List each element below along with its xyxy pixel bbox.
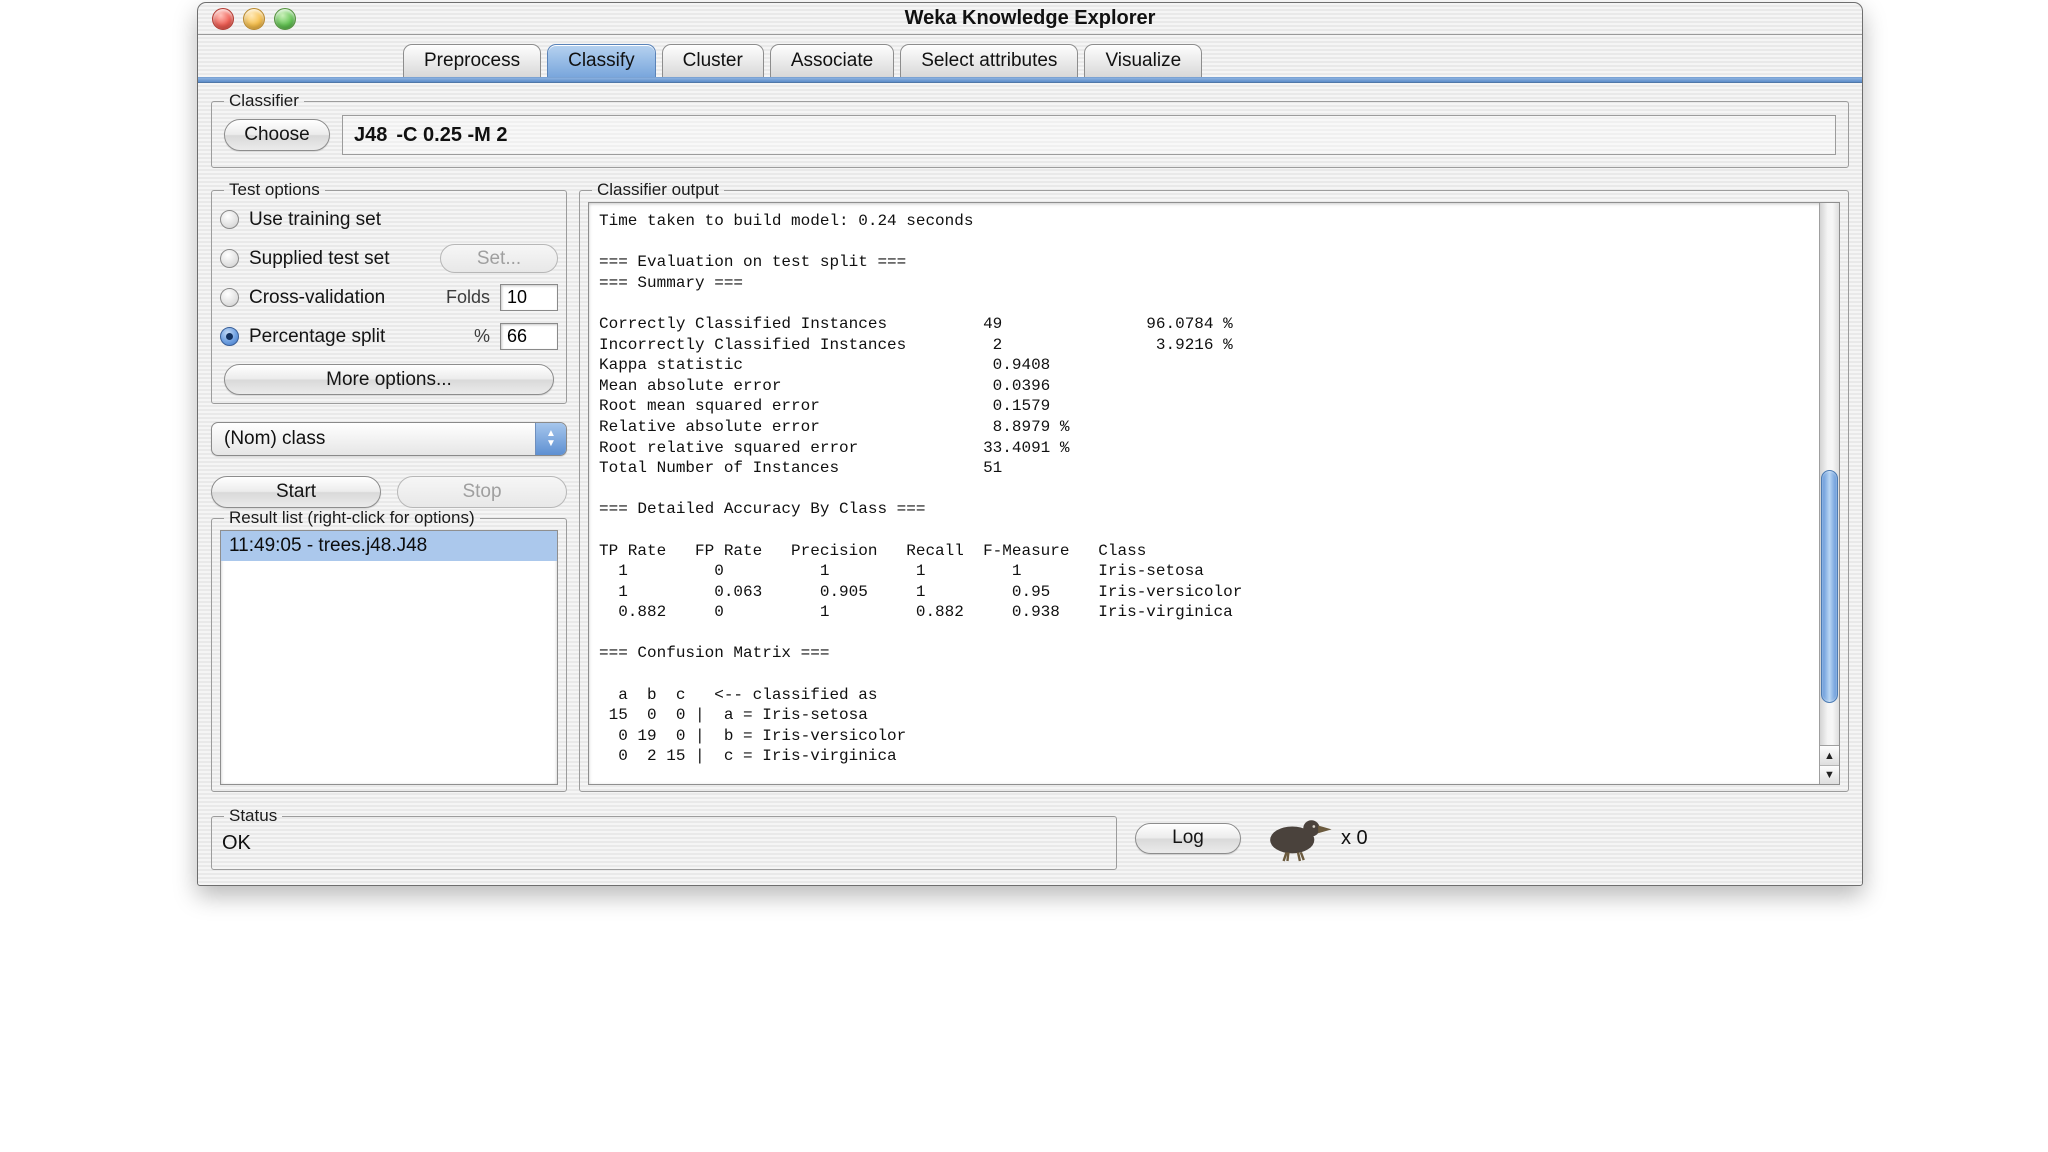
- cross-validation-label: Cross-validation: [249, 287, 385, 309]
- scroll-up-button[interactable]: ▲: [1820, 746, 1839, 765]
- set-button[interactable]: Set...: [440, 244, 558, 273]
- class-attribute-value: (Nom) class: [212, 428, 325, 450]
- scrollbar-thumb[interactable]: [1821, 470, 1838, 702]
- minimize-button[interactable]: [243, 8, 265, 30]
- use-training-set-label: Use training set: [249, 209, 381, 231]
- dropdown-down-arrow-icon: ▼: [546, 439, 556, 449]
- log-button[interactable]: Log: [1135, 823, 1241, 854]
- supplied-test-set-label: Supplied test set: [249, 248, 389, 270]
- zoom-button[interactable]: [274, 8, 296, 30]
- classifier-scheme-field[interactable]: J48 -C 0.25 -M 2: [342, 115, 1836, 155]
- percentage-split-row: Percentage split %: [220, 317, 558, 356]
- folds-input[interactable]: [500, 284, 558, 311]
- tab-associate[interactable]: Associate: [770, 44, 894, 77]
- tab-preprocess[interactable]: Preprocess: [403, 44, 541, 77]
- tab-select-attributes[interactable]: Select attributes: [900, 44, 1078, 77]
- start-button[interactable]: Start: [211, 476, 381, 508]
- result-list-group-label: Result list (right-click for options): [224, 508, 480, 528]
- status-group-label: Status: [224, 806, 282, 826]
- supplied-test-set-row: Supplied test set Set...: [220, 239, 558, 278]
- scroll-down-button[interactable]: ▼: [1820, 765, 1839, 784]
- scrollbar-buttons: ▲ ▼: [1820, 745, 1839, 784]
- choose-button[interactable]: Choose: [224, 119, 330, 151]
- weka-bird-icon: [1261, 814, 1335, 862]
- run-button-row: Start Stop: [211, 476, 567, 508]
- dropdown-arrows-icon: ▲ ▼: [535, 423, 566, 455]
- desktop: Weka Knowledge Explorer Preprocess Class…: [0, 0, 2048, 1152]
- percentage-split-input[interactable]: [500, 323, 558, 350]
- classifier-output-group: Classifier output Time taken to build mo…: [579, 180, 1849, 792]
- cross-validation-row: Cross-validation Folds: [220, 278, 558, 317]
- cross-validation-radio[interactable]: [220, 288, 239, 307]
- class-attribute-dropdown[interactable]: (Nom) class ▲ ▼: [211, 422, 567, 456]
- use-training-set-radio[interactable]: [220, 210, 239, 229]
- folds-label: Folds: [446, 287, 490, 308]
- tab-visualize[interactable]: Visualize: [1084, 44, 1202, 77]
- classifier-group-label: Classifier: [224, 91, 304, 111]
- test-options-group-label: Test options: [224, 180, 325, 200]
- window-controls: [212, 8, 296, 30]
- bird-counter: x 0: [1341, 827, 1368, 850]
- tab-cluster[interactable]: Cluster: [662, 44, 764, 77]
- scroll-up-icon: ▲: [1824, 750, 1835, 762]
- tab-bar: Preprocess Classify Cluster Associate Se…: [198, 35, 1862, 77]
- classify-panel: Classifier Choose J48 -C 0.25 -M 2 Test …: [198, 83, 1862, 885]
- classifier-scheme-name: J48: [354, 124, 387, 147]
- close-button[interactable]: [212, 8, 234, 30]
- classifier-output-area[interactable]: Time taken to build model: 0.24 seconds …: [588, 202, 1840, 785]
- classifier-scheme-options: -C 0.25 -M 2: [396, 124, 507, 147]
- output-scrollbar[interactable]: ▲ ▼: [1819, 203, 1839, 784]
- classifier-output-text: Time taken to build model: 0.24 seconds …: [589, 203, 1839, 775]
- classifier-group: Classifier Choose J48 -C 0.25 -M 2: [211, 91, 1849, 168]
- window-title: Weka Knowledge Explorer: [905, 7, 1156, 30]
- percentage-split-radio[interactable]: [220, 327, 239, 346]
- status-group: Status OK: [211, 806, 1117, 870]
- tab-classify[interactable]: Classify: [547, 44, 656, 77]
- supplied-test-set-radio[interactable]: [220, 249, 239, 268]
- classifier-output-group-label: Classifier output: [592, 180, 724, 200]
- status-row: Status OK Log x 0: [211, 806, 1849, 870]
- use-training-set-row: Use training set: [220, 200, 558, 239]
- percentage-split-label: Percentage split: [249, 326, 385, 348]
- weka-window: Weka Knowledge Explorer Preprocess Class…: [197, 2, 1863, 886]
- test-options-group: Test options Use training set Supplied t…: [211, 180, 567, 404]
- scroll-down-icon: ▼: [1824, 769, 1835, 781]
- percent-label: %: [474, 326, 490, 347]
- result-list-item[interactable]: 11:49:05 - trees.j48.J48: [221, 531, 557, 561]
- result-list[interactable]: 11:49:05 - trees.j48.J48: [220, 530, 558, 785]
- status-message: OK: [220, 826, 1108, 855]
- stop-button[interactable]: Stop: [397, 476, 567, 508]
- titlebar[interactable]: Weka Knowledge Explorer: [198, 3, 1862, 35]
- left-column: Test options Use training set Supplied t…: [211, 180, 567, 792]
- more-options-button[interactable]: More options...: [224, 364, 554, 395]
- result-list-group: Result list (right-click for options) 11…: [211, 508, 567, 792]
